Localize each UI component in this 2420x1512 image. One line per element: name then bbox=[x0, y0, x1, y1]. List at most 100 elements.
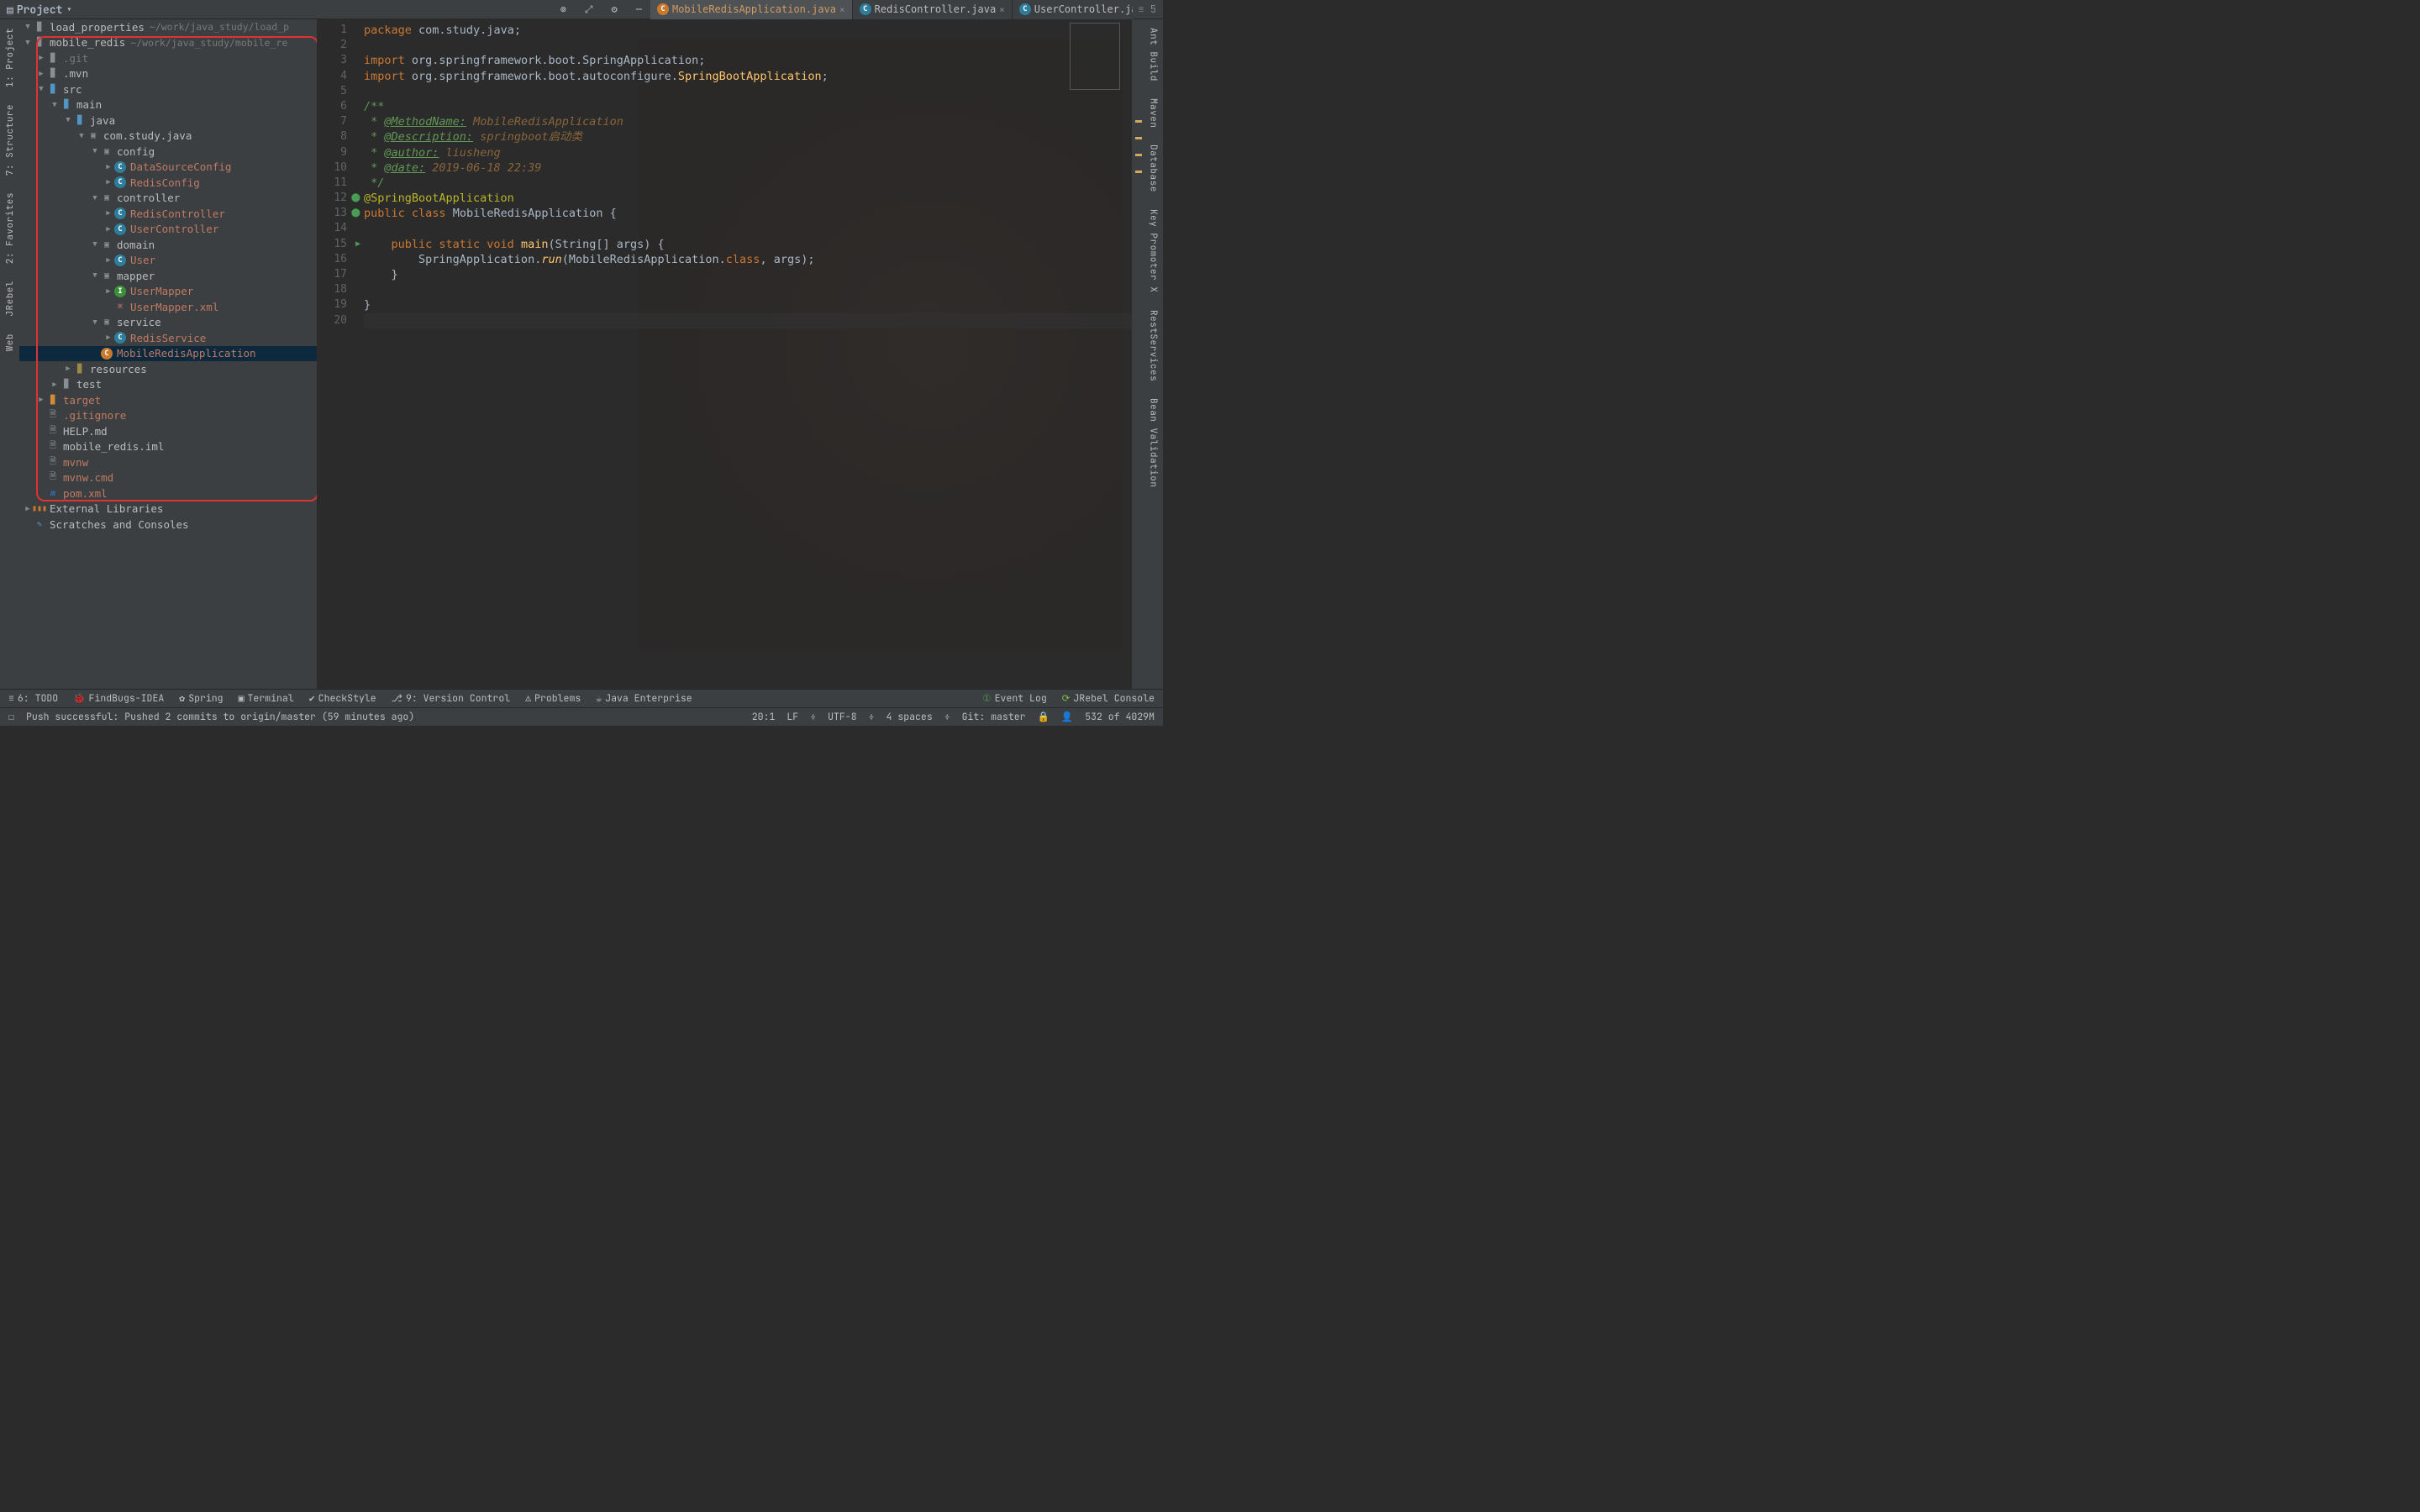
caret-position[interactable]: 20:1 bbox=[752, 711, 776, 723]
tree-row[interactable]: ▼▣com.study.java bbox=[19, 129, 317, 144]
line-number[interactable]: 9 bbox=[318, 145, 364, 160]
tree-arrow-icon[interactable]: ▶ bbox=[103, 178, 113, 186]
tree-row[interactable]: ▼▣service bbox=[19, 315, 317, 331]
code-line[interactable]: * @date: 2019-06-18 22:39 bbox=[364, 160, 1132, 176]
line-number[interactable]: 6 bbox=[318, 99, 364, 114]
close-icon[interactable]: × bbox=[999, 4, 1005, 15]
file-encoding[interactable]: UTF-8 bbox=[828, 711, 857, 723]
tree-arrow-icon[interactable]: ▶ bbox=[103, 163, 113, 171]
tool-strip-button[interactable]: JRebel bbox=[4, 272, 16, 325]
bottom-tool-button[interactable]: ⟳ JRebel Console bbox=[1062, 692, 1155, 705]
bottom-tool-button[interactable]: ✿ Spring bbox=[179, 692, 223, 705]
line-number[interactable]: 8 bbox=[318, 129, 364, 144]
tree-row[interactable]: ▶▮▮▮External Libraries bbox=[19, 501, 317, 517]
tree-arrow-icon[interactable]: ▶ bbox=[103, 225, 113, 234]
tool-strip-button[interactable]: 7: Structure bbox=[4, 96, 16, 184]
line-number[interactable]: 20 bbox=[318, 313, 364, 328]
code-line[interactable]: package com.study.java; bbox=[364, 23, 1132, 38]
code-view[interactable]: package com.study.java; import org.sprin… bbox=[364, 19, 1132, 689]
run-gutter-icon[interactable]: ⬤ bbox=[351, 206, 360, 221]
line-number[interactable]: 4 bbox=[318, 69, 364, 84]
tree-row[interactable]: 🗎mvnw.cmd bbox=[19, 470, 317, 486]
editor-tab[interactable]: CUserController.java× bbox=[1013, 0, 1134, 19]
tree-row[interactable]: ▶IUserMapper bbox=[19, 284, 317, 300]
project-tree[interactable]: ▼▉load_properties~/work/java_study/load_… bbox=[19, 19, 317, 689]
editor-area[interactable]: 1234567891011121314151617181920⬤⬤▶ packa… bbox=[318, 19, 1144, 689]
bottom-tool-button[interactable]: ① Event Log bbox=[982, 692, 1046, 705]
tree-row[interactable]: ▶CRedisController bbox=[19, 206, 317, 222]
line-number[interactable]: 7 bbox=[318, 114, 364, 129]
code-line[interactable]: } bbox=[364, 267, 1132, 282]
tool-strip-button[interactable]: Ant Build bbox=[1148, 19, 1160, 90]
tree-arrow-icon[interactable]: ▼ bbox=[90, 271, 100, 280]
code-line[interactable]: * @author: liusheng bbox=[364, 145, 1132, 160]
bottom-tool-button[interactable]: ⎇ 9: Version Control bbox=[392, 692, 510, 705]
editor-gutter[interactable]: 1234567891011121314151617181920⬤⬤▶ bbox=[318, 19, 364, 689]
warning-mark[interactable] bbox=[1135, 171, 1142, 173]
tree-row[interactable]: ⌘UserMapper.xml bbox=[19, 299, 317, 315]
line-number[interactable]: 3 bbox=[318, 53, 364, 68]
tree-row[interactable]: 🗎mobile_redis.iml bbox=[19, 439, 317, 455]
line-number[interactable]: 5 bbox=[318, 84, 364, 99]
code-line[interactable]: */ bbox=[364, 176, 1132, 191]
tree-arrow-icon[interactable]: ▼ bbox=[63, 116, 73, 124]
tree-row[interactable]: ▼▉mobile_redis~/work/java_study/mobile_r… bbox=[19, 35, 317, 51]
tree-row[interactable]: ▼▉src bbox=[19, 81, 317, 97]
tree-row[interactable]: ▼▉main bbox=[19, 97, 317, 113]
code-line[interactable] bbox=[364, 84, 1132, 99]
close-icon[interactable]: × bbox=[839, 4, 845, 15]
tree-arrow-icon[interactable]: ▼ bbox=[90, 240, 100, 249]
tree-row[interactable]: 🗎HELP.md bbox=[19, 423, 317, 439]
bottom-tool-button[interactable]: 🐞 FindBugs-IDEA bbox=[73, 692, 164, 705]
tool-strip-button[interactable]: 1: Project bbox=[4, 19, 16, 96]
tool-strip-button[interactable]: Database bbox=[1148, 136, 1160, 201]
tree-row[interactable]: mpom.xml bbox=[19, 486, 317, 501]
gear-icon[interactable]: ⚙ bbox=[607, 3, 623, 16]
tool-strip-button[interactable]: Key Promoter X bbox=[1148, 201, 1160, 301]
line-number[interactable]: 11 bbox=[318, 176, 364, 191]
tree-arrow-icon[interactable]: ▼ bbox=[23, 23, 33, 31]
code-line[interactable] bbox=[364, 282, 1132, 297]
tree-row[interactable]: ▼▣mapper bbox=[19, 268, 317, 284]
editor-scrollbar[interactable] bbox=[1132, 19, 1144, 689]
tree-row[interactable]: ▶CDataSourceConfig bbox=[19, 160, 317, 176]
line-number[interactable]: 14 bbox=[318, 221, 364, 236]
code-line[interactable]: * @Description: springboot启动类 bbox=[364, 129, 1132, 144]
code-line[interactable]: public static void main(String[] args) { bbox=[364, 237, 1132, 252]
tree-row[interactable]: ▼▣config bbox=[19, 144, 317, 160]
git-branch[interactable]: Git: master bbox=[962, 711, 1026, 723]
tree-arrow-icon[interactable]: ▶ bbox=[103, 333, 113, 342]
line-number[interactable]: 1 bbox=[318, 23, 364, 38]
tree-row[interactable]: ▼▣controller bbox=[19, 191, 317, 207]
bottom-tool-button[interactable]: ≡ 6: TODO bbox=[8, 692, 58, 705]
warning-mark[interactable] bbox=[1135, 137, 1142, 139]
tabs-menu-icon[interactable]: ≡ 5 bbox=[1133, 3, 1163, 16]
tree-arrow-icon[interactable]: ▼ bbox=[76, 132, 87, 140]
tree-arrow-icon[interactable]: ▼ bbox=[90, 318, 100, 327]
bottom-tool-button[interactable]: ✔ CheckStyle bbox=[309, 692, 376, 705]
code-line[interactable]: public class MobileRedisApplication { bbox=[364, 206, 1132, 221]
tree-arrow-icon[interactable]: ▶ bbox=[103, 287, 113, 296]
code-line[interactable] bbox=[364, 221, 1132, 236]
tree-row[interactable]: ▶▉test bbox=[19, 377, 317, 393]
line-number[interactable]: 2 bbox=[318, 38, 364, 53]
run-gutter-icon[interactable]: ▶ bbox=[355, 237, 360, 252]
code-line[interactable]: /** bbox=[364, 99, 1132, 114]
tool-strip-button[interactable]: Bean Validation bbox=[1148, 390, 1160, 496]
indent-setting[interactable]: 4 spaces bbox=[886, 711, 933, 723]
code-line[interactable] bbox=[364, 38, 1132, 53]
tree-row[interactable]: ▶CUserController bbox=[19, 222, 317, 238]
code-line[interactable]: import org.springframework.boot.autoconf… bbox=[364, 69, 1132, 84]
tree-arrow-icon[interactable]: ▶ bbox=[36, 70, 46, 78]
tree-row[interactable]: ▶CRedisService bbox=[19, 330, 317, 346]
inspector-icon[interactable]: 👤 bbox=[1061, 711, 1073, 723]
line-number[interactable]: 17 bbox=[318, 267, 364, 282]
tree-row[interactable]: ▶CRedisConfig bbox=[19, 175, 317, 191]
tool-strip-button[interactable]: RestServices bbox=[1148, 302, 1160, 390]
tree-arrow-icon[interactable]: ▼ bbox=[36, 85, 46, 93]
tree-row[interactable]: CMobileRedisApplication bbox=[19, 346, 317, 362]
tree-row[interactable]: ▶▉.git bbox=[19, 50, 317, 66]
expand-icon[interactable]: ⤢ bbox=[580, 3, 598, 16]
bottom-tool-button[interactable]: ▣ Terminal bbox=[239, 692, 294, 705]
line-separator[interactable]: LF bbox=[786, 711, 798, 723]
